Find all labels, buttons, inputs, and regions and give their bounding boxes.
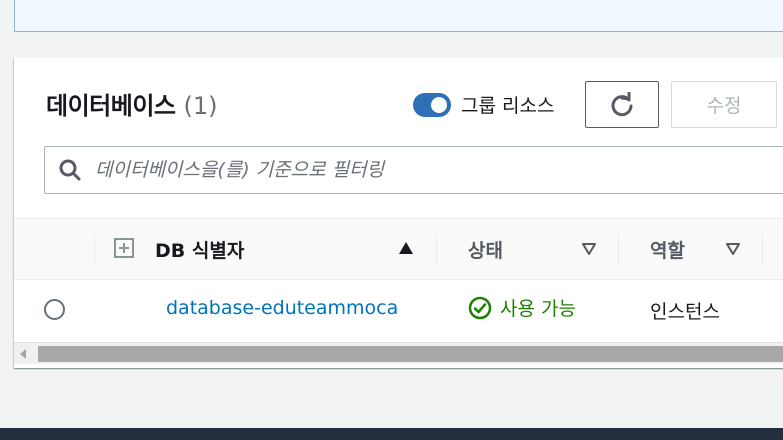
filter-input[interactable] (95, 159, 775, 181)
search-icon (59, 159, 81, 181)
toggle-knob (431, 96, 447, 113)
group-resources-toggle-wrap: 그룹 리소스 (413, 91, 554, 118)
item-count: (1) (183, 92, 218, 120)
column-header-status[interactable]: 상태 (468, 219, 503, 279)
refresh-button[interactable] (585, 81, 659, 128)
scrollbar-thumb[interactable] (38, 346, 783, 362)
refresh-icon (611, 91, 633, 116)
panel-header: 데이터베이스 (1) (46, 86, 217, 121)
column-header-db-identifier[interactable]: DB 식별자 (155, 219, 244, 279)
db-identifier-link[interactable]: database-eduteammoca (166, 297, 398, 319)
sort-ascending-icon[interactable] (398, 241, 414, 255)
filter-field[interactable] (44, 146, 783, 194)
top-info-panel (14, 0, 783, 32)
databases-panel: 데이터베이스 (1) 그룹 리소스 수정 DB 식별자 (14, 58, 783, 368)
group-resources-label: 그룹 리소스 (461, 95, 555, 117)
table-header: DB 식별자 상태 역할 (14, 218, 783, 280)
scroll-left-arrow-icon[interactable] (20, 349, 26, 359)
row-select-radio[interactable] (44, 299, 65, 320)
sort-none-icon[interactable] (581, 242, 597, 256)
page-footer (0, 428, 783, 440)
edit-button[interactable]: 수정 (671, 81, 777, 128)
table-row[interactable]: database-eduteammoca 사용 가능 인스턴스 (14, 280, 783, 340)
column-divider (618, 233, 619, 265)
group-resources-toggle[interactable] (413, 92, 451, 117)
status-cell: 사용 가능 (468, 294, 576, 321)
expand-all-icon[interactable] (114, 238, 134, 258)
column-divider (94, 233, 95, 265)
check-circle-icon (468, 296, 492, 319)
column-divider (762, 233, 763, 265)
page-title: 데이터베이스 (46, 92, 176, 120)
column-header-role[interactable]: 역할 (650, 219, 685, 279)
column-divider (436, 233, 437, 265)
status-text: 사용 가능 (500, 298, 576, 320)
role-cell: 인스턴스 (650, 301, 720, 323)
horizontal-scrollbar[interactable] (14, 342, 783, 364)
sort-none-icon[interactable] (725, 242, 741, 256)
